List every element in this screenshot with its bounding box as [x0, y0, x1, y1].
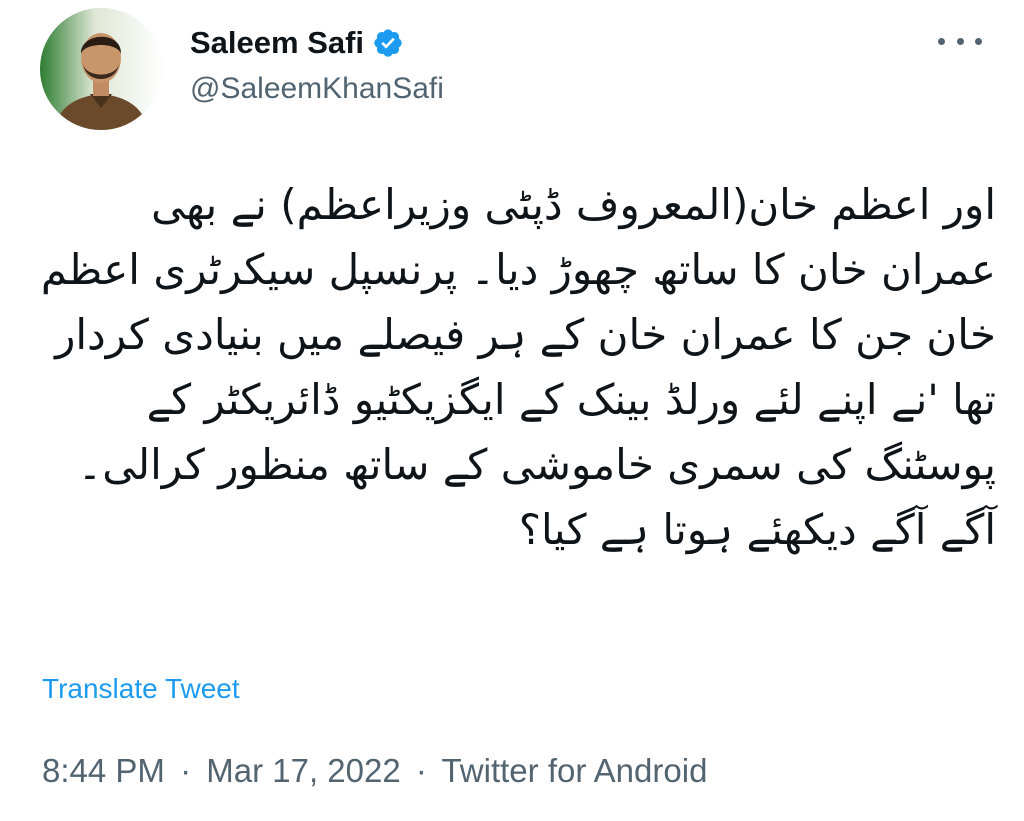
author-handle[interactable]: @SaleemKhanSafi — [190, 72, 444, 106]
more-horizontal-icon-dot — [956, 37, 964, 45]
tweet-card: Saleem Safi @SaleemKhanSafi اور اعظم خان… — [0, 0, 1024, 821]
metadata-separator: · — [415, 752, 427, 789]
tweet-metadata: 8:44 PM · Mar 17, 2022 · Twitter for And… — [42, 752, 707, 790]
author-avatar[interactable] — [40, 8, 162, 130]
tweet-source[interactable]: Twitter for Android — [441, 752, 707, 789]
tweet-text: اور اعظم خان(المعروف ڈپٹی وزیراعظم) نے ب… — [40, 180, 996, 554]
more-options-button[interactable] — [938, 26, 982, 56]
author-display-name[interactable]: Saleem Safi — [190, 25, 364, 61]
avatar-image — [40, 8, 162, 130]
more-horizontal-icon — [938, 37, 945, 45]
author-name-row: Saleem Safi — [190, 22, 404, 64]
verified-badge-icon — [372, 27, 404, 59]
metadata-separator: · — [180, 752, 192, 789]
tweet-date[interactable]: Mar 17, 2022 — [206, 752, 400, 789]
more-horizontal-icon-dot — [975, 37, 982, 45]
translate-tweet-link[interactable]: Translate Tweet — [42, 673, 240, 705]
tweet-time[interactable]: 8:44 PM — [42, 752, 165, 789]
